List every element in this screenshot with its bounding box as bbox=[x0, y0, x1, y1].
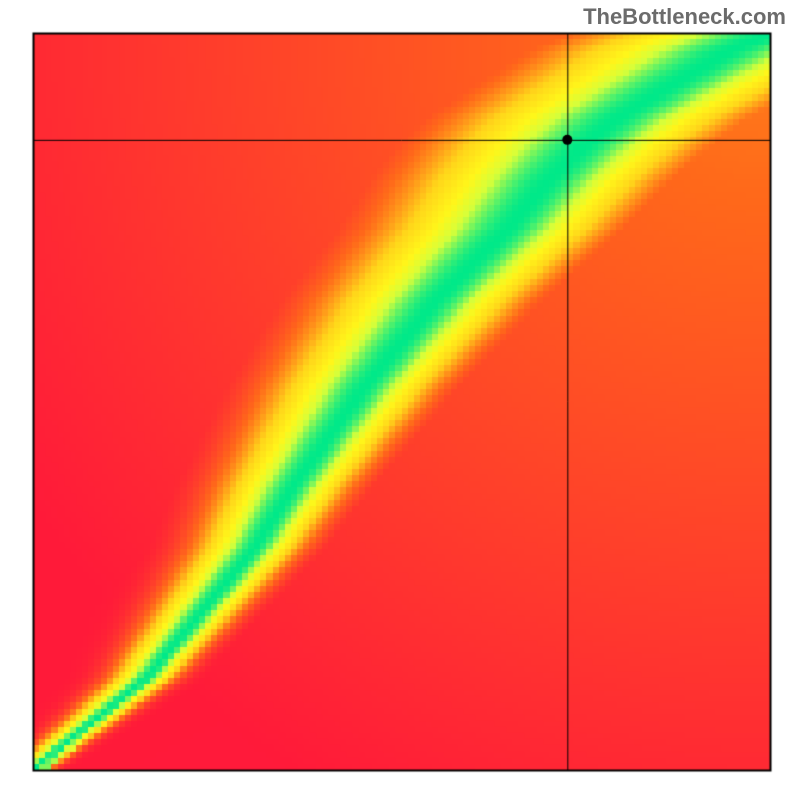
chart-container: TheBottleneck.com bbox=[0, 0, 800, 800]
heatmap-canvas bbox=[0, 0, 800, 800]
watermark-text: TheBottleneck.com bbox=[583, 4, 786, 30]
